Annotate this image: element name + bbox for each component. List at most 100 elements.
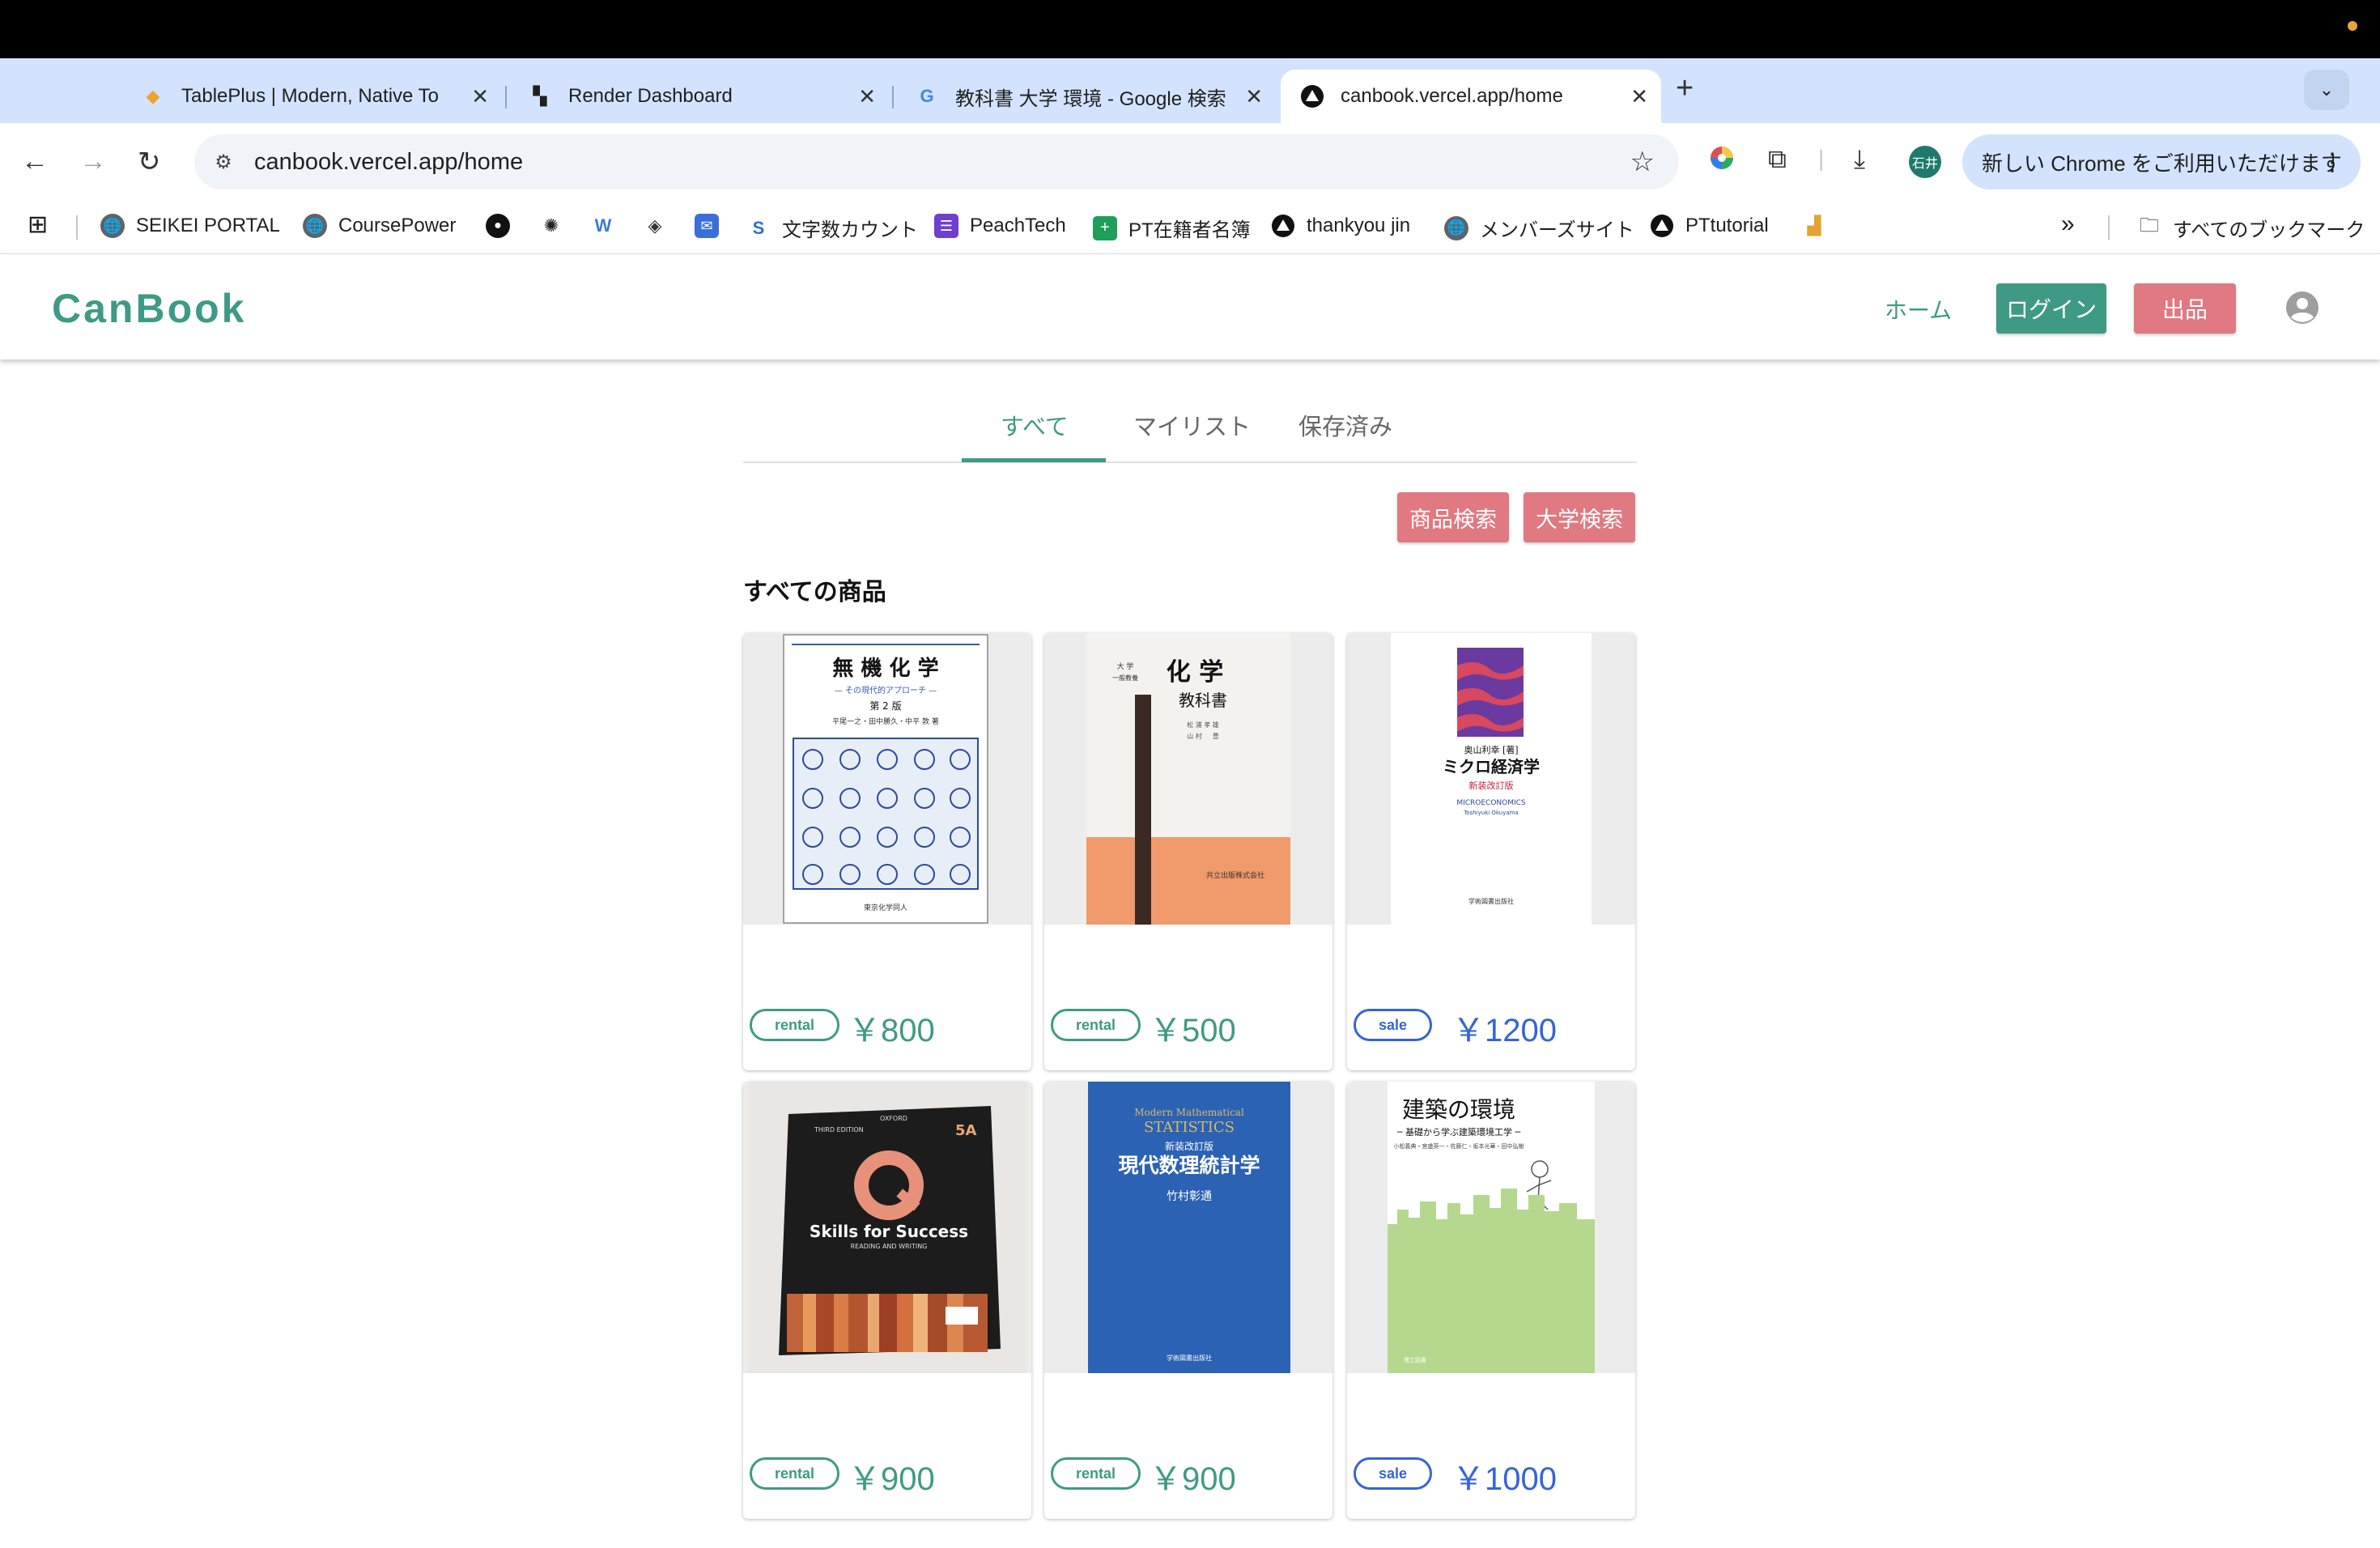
more-bookmarks-chevron-icon[interactable]: »: [2061, 211, 2075, 238]
browser-tab-render[interactable]: ▚ Render Dashboard ✕: [508, 70, 889, 123]
listing-type-badge: rental: [750, 1457, 840, 1490]
bookmark-w[interactable]: W: [591, 214, 627, 238]
download-icon[interactable]: ⤓: [1854, 144, 1865, 175]
product-image: OXFORD THIRD EDITION 5A Skills for Succe…: [743, 1082, 1031, 1373]
svg-text:小松義典・宮盛英一・佐藤仁・坂本光華・田中弘樹: 小松義典・宮盛英一・佐藤仁・坂本光華・田中弘樹: [1394, 1142, 1524, 1150]
reload-icon[interactable]: ↻: [138, 146, 161, 178]
content-tabs: すべて マイリスト 保存済み: [743, 387, 1637, 463]
nav-home-link[interactable]: ホーム: [1885, 293, 1952, 325]
svg-text:Modern Mathematical: Modern Mathematical: [1134, 1107, 1244, 1118]
google-icon: G: [920, 86, 934, 106]
bookmark-pt-roster[interactable]: + PT在籍者名簿: [1093, 214, 1251, 242]
svg-text:OXFORD: OXFORD: [880, 1115, 907, 1122]
product-card[interactable]: 奥山利幸 [著] ミクロ経済学 新装改訂版 MICROECONOMICS Tos…: [1347, 633, 1635, 1070]
colorful-bars-icon: ▟: [1807, 215, 1821, 236]
bookmark-mail[interactable]: ✉: [695, 214, 730, 238]
product-search-button[interactable]: 商品検索: [1397, 492, 1509, 542]
product-image: 建築の環境 ─ 基礎から学ぶ建築環境工学 ─ 小松義典・宮盛英一・佐藤仁・坂本光…: [1347, 1082, 1635, 1373]
site-settings-icon[interactable]: ⚙: [209, 147, 238, 176]
product-price: ￥900: [1150, 1461, 1236, 1497]
bookmark-pttutorial[interactable]: PTtutorial: [1650, 214, 1769, 238]
university-search-button[interactable]: 大学検索: [1524, 492, 1635, 542]
toolbar-divider: |: [1818, 146, 1825, 171]
color-wheel-extension-icon[interactable]: [1708, 144, 1736, 178]
all-bookmarks-folder[interactable]: 🗀 すべてのブックマーク: [2137, 214, 2365, 242]
bookmark-peachtech[interactable]: ☰ PeachTech: [934, 214, 1066, 238]
diamond-icon: ◈: [648, 215, 662, 236]
svg-text:教科書: 教科書: [1179, 691, 1227, 710]
bookmark-openai[interactable]: ✺: [539, 214, 575, 238]
browser-tab-google[interactable]: G 教科書 大学 環境 - Google 検索 ✕: [895, 70, 1276, 123]
bookmark-github[interactable]: ●: [486, 214, 521, 238]
bookmark-coursepower[interactable]: 🌐 CoursePower: [303, 214, 456, 238]
svg-text:奥山利幸 [著]: 奥山利幸 [著]: [1464, 744, 1518, 755]
bookmark-colorful[interactable]: ▟: [1802, 214, 1838, 238]
svg-text:STATISTICS: STATISTICS: [1144, 1119, 1235, 1136]
svg-text:ミクロ経済学: ミクロ経済学: [1443, 757, 1540, 776]
vercel-icon: [1271, 214, 1295, 238]
svg-text:無 機 化 学: 無 機 化 学: [832, 656, 938, 681]
apps-grid-icon[interactable]: ⊞: [28, 211, 48, 239]
bookmark-moji-count[interactable]: S 文字数カウント: [746, 214, 918, 242]
profile-avatar[interactable]: 石井: [1909, 146, 1941, 178]
svg-text:新装改訂版: 新装改訂版: [1469, 780, 1514, 791]
vercel-icon: [1300, 84, 1324, 108]
active-tab-indicator: [962, 458, 1106, 462]
bookmark-thankyou-jin[interactable]: thankyou jin: [1271, 214, 1410, 238]
tab-search-chevron-down-icon[interactable]: ⌄: [2304, 70, 2349, 110]
account-circle-icon[interactable]: [2284, 290, 2320, 325]
book-cover-skills-for-success: OXFORD THIRD EDITION 5A Skills for Succe…: [748, 1082, 1026, 1373]
close-tab-icon[interactable]: ✕: [471, 84, 489, 109]
svg-text:理工図書: 理工図書: [1404, 1356, 1426, 1363]
product-price: ￥1200: [1452, 1013, 1557, 1048]
browser-tab-tableplus[interactable]: ◆ TablePlus | Modern, Native To ✕: [121, 70, 502, 123]
svg-text:学術図書出版社: 学術図書出版社: [1468, 897, 1514, 905]
product-card[interactable]: OXFORD THIRD EDITION 5A Skills for Succe…: [743, 1082, 1031, 1519]
listing-type-badge: rental: [1051, 1009, 1141, 1041]
sell-button[interactable]: 出品: [2134, 283, 2236, 334]
tab-all[interactable]: すべて: [1001, 408, 1069, 442]
globe-icon: 🌐: [100, 214, 125, 238]
forward-arrow-icon[interactable]: →: [79, 146, 107, 177]
folder-icon: 🗀: [2140, 215, 2159, 236]
product-image: 無 機 化 学 — その現代的アプローチ — 第 2 版 平尾一之・田中勝久・中…: [743, 633, 1031, 925]
back-arrow-icon[interactable]: ←: [21, 146, 49, 177]
book-cover-microeconomics: 奥山利幸 [著] ミクロ経済学 新装改訂版 MICROECONOMICS Tos…: [1391, 633, 1592, 925]
product-price: ￥500: [1150, 1013, 1236, 1048]
svg-text:学術図書出版社: 学術図書出版社: [1167, 1354, 1212, 1362]
close-tab-icon[interactable]: ✕: [1630, 84, 1648, 109]
svg-text:THIRD EDITION: THIRD EDITION: [814, 1126, 864, 1133]
product-price: ￥1000: [1452, 1461, 1557, 1497]
product-card[interactable]: Modern Mathematical STATISTICS 新装改訂版 現代数…: [1044, 1082, 1332, 1519]
browser-tab-strip: ◆ TablePlus | Modern, Native To ✕ ▚ Rend…: [0, 58, 2380, 123]
product-price: ￥900: [848, 1461, 935, 1497]
bookmark-seikei-portal[interactable]: 🌐 SEIKEI PORTAL: [100, 214, 280, 238]
chrome-update-button[interactable]: 新しい Chrome をご利用いただけます ⋮: [1962, 134, 2361, 189]
address-bar[interactable]: ⚙ canbook.vercel.app/home ☆: [194, 134, 1679, 189]
more-vert-icon[interactable]: ⋮: [2320, 148, 2344, 176]
svg-text:MICROECONOMICS: MICROECONOMICS: [1456, 799, 1526, 807]
tab-saved[interactable]: 保存済み: [1298, 408, 1392, 442]
tableplus-icon: ◆: [146, 86, 160, 106]
bookmark-members-site[interactable]: 🌐 メンバーズサイト: [1444, 214, 1634, 242]
bookmark-star-icon[interactable]: ☆: [1630, 146, 1655, 178]
tab-mylist[interactable]: マイリスト: [1133, 408, 1251, 442]
login-button[interactable]: ログイン: [1996, 283, 2106, 334]
globe-icon: 🌐: [303, 214, 327, 238]
render-icon: ▚: [533, 86, 547, 106]
extensions-puzzle-icon[interactable]: ⧉: [1768, 144, 1787, 175]
product-card[interactable]: 建築の環境 ─ 基礎から学ぶ建築環境工学 ─ 小松義典・宮盛英一・佐藤仁・坂本光…: [1347, 1082, 1635, 1519]
svg-text:─ 基礎から学ぶ建築環境工学 ─: ─ 基礎から学ぶ建築環境工学 ─: [1396, 1126, 1521, 1138]
new-tab-icon[interactable]: +: [1676, 71, 1694, 106]
w-icon: W: [594, 215, 612, 236]
close-tab-icon[interactable]: ✕: [858, 84, 876, 109]
product-card[interactable]: 無 機 化 学 — その現代的アプローチ — 第 2 版 平尾一之・田中勝久・中…: [743, 633, 1031, 1070]
bookmark-diamond[interactable]: ◈: [643, 214, 678, 238]
listing-type-badge: sale: [1354, 1009, 1433, 1041]
s-icon: S: [752, 217, 765, 238]
product-card[interactable]: 化 学 教科書 大 学 一般教養 松 浦 孝 雄 山 村 豊 共立出版株式会社 …: [1044, 633, 1332, 1070]
browser-tab-canbook[interactable]: canbook.vercel.app/home ✕: [1281, 70, 1661, 123]
section-title: すべての商品: [743, 579, 886, 606]
close-tab-icon[interactable]: ✕: [1245, 84, 1263, 109]
canbook-logo[interactable]: CanBook: [52, 285, 246, 332]
